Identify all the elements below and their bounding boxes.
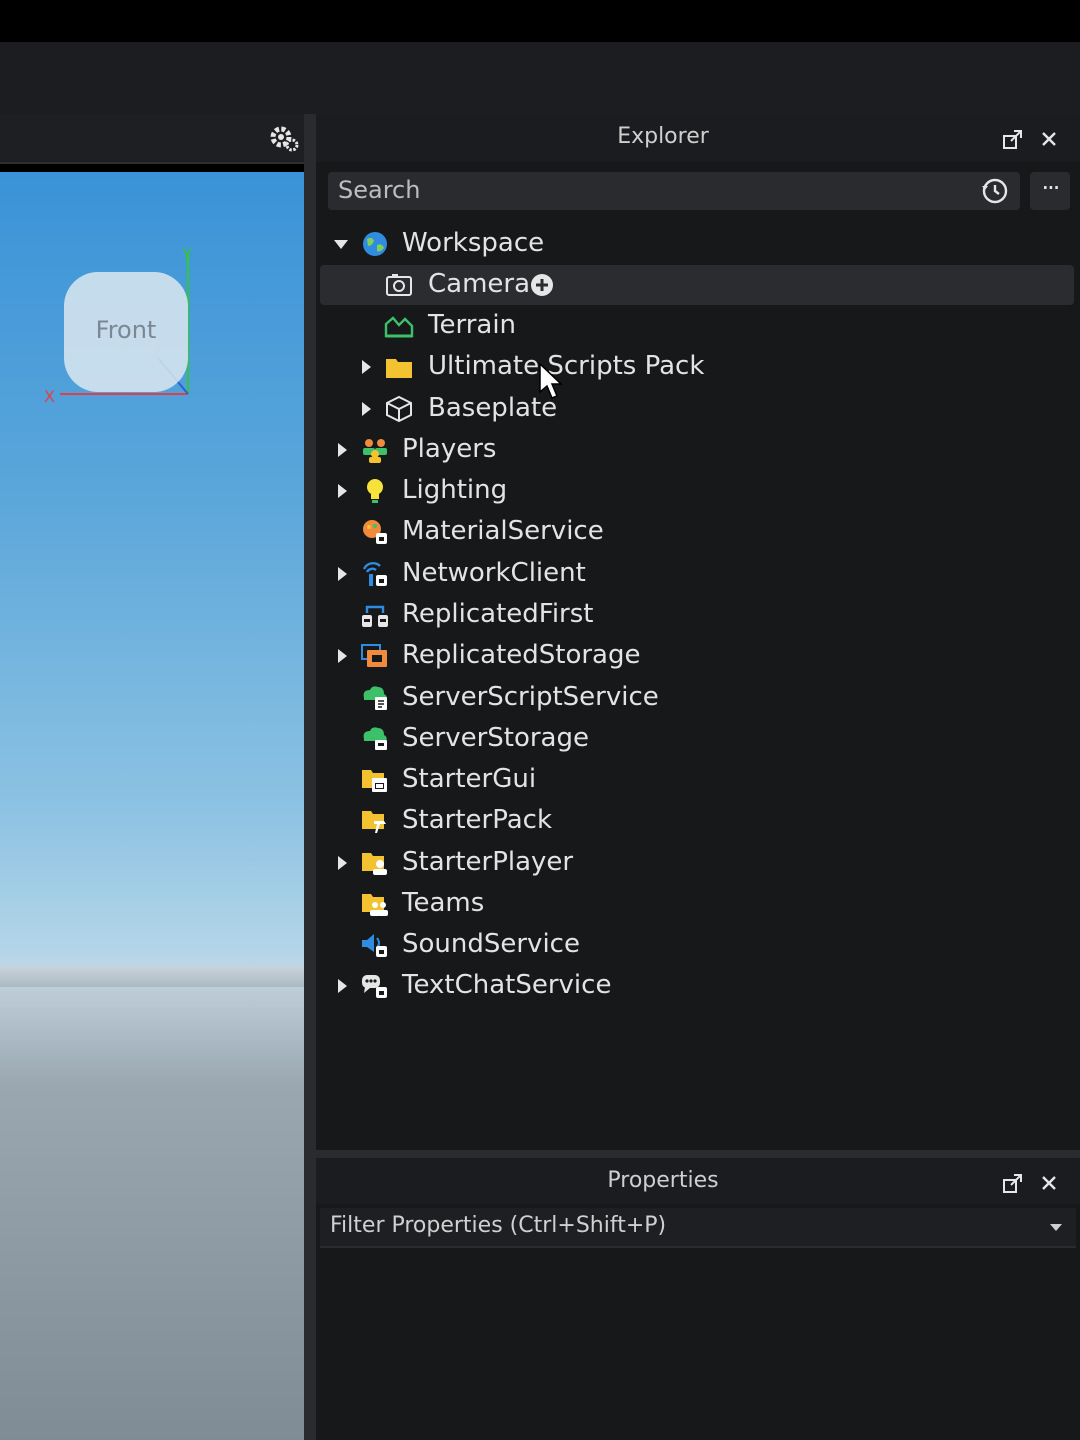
filter-properties-input[interactable]: Filter Properties (Ctrl+Shift+P)	[320, 1208, 1076, 1248]
replicated-storage-icon	[361, 644, 387, 667]
expand-arrow-icon[interactable]	[338, 484, 347, 498]
filter-placeholder: Filter Properties (Ctrl+Shift+P)	[330, 1213, 667, 1238]
close-icon[interactable]	[1038, 1172, 1060, 1194]
properties-title-bar: Properties	[316, 1158, 1080, 1204]
expand-arrow-icon[interactable]	[338, 443, 347, 457]
axis-y-label: Y	[181, 245, 192, 264]
tree-item-label: Teams	[402, 888, 485, 918]
view-cube[interactable]: Front	[64, 272, 188, 392]
gear-icon[interactable]	[268, 122, 300, 154]
explorer-title: Explorer	[617, 124, 709, 149]
tree-item-soundservice[interactable]: SoundService	[320, 925, 1074, 965]
tree-item-networkclient[interactable]: NetworkClient	[320, 554, 1074, 594]
tree-item-label: Lighting	[402, 475, 508, 505]
tree-item-label: StarterPlayer	[402, 847, 574, 877]
replicated-first-icon	[362, 605, 388, 627]
tree-item-label: ServerScriptService	[402, 682, 659, 712]
toolbar-ribbon	[0, 42, 1080, 114]
expand-arrow-icon[interactable]	[338, 567, 347, 581]
properties-panel: Properties Filter Properties (Ctrl+Shift…	[316, 1158, 1080, 1440]
tree-item-label: TextChatService	[402, 970, 612, 1000]
tree-item-serverscriptservice[interactable]: ServerScriptService	[320, 678, 1074, 718]
more-options-button[interactable]: ···	[1030, 172, 1070, 210]
undock-icon[interactable]	[1002, 1172, 1024, 1194]
expand-arrow-icon[interactable]	[362, 360, 371, 374]
tree-item-replicatedfirst[interactable]: ReplicatedFirst	[320, 595, 1074, 635]
terrain-icon	[384, 316, 414, 338]
sound-service-icon	[362, 934, 387, 957]
tree-item-label: SoundService	[402, 929, 580, 959]
players-icon	[363, 439, 387, 463]
expand-arrow-icon[interactable]	[338, 979, 347, 993]
axis-x-label: X	[44, 387, 55, 406]
tree-item-label: StarterPack	[402, 805, 552, 835]
expand-arrow-icon[interactable]	[362, 402, 371, 416]
tree-item-lighting[interactable]: Lighting	[320, 471, 1074, 511]
tree-item-label: ReplicatedStorage	[402, 640, 641, 670]
material-service-icon	[363, 520, 387, 544]
undock-icon[interactable]	[1002, 128, 1024, 150]
chevron-down-icon[interactable]	[1050, 1224, 1062, 1231]
starter-player-icon	[362, 853, 387, 875]
server-script-service-icon	[363, 686, 387, 710]
history-icon[interactable]	[980, 176, 1010, 206]
tree-item-replicatedstorage[interactable]: ReplicatedStorage	[320, 636, 1074, 676]
tree-item-teams[interactable]: Teams	[320, 884, 1074, 924]
tree-item-workspace[interactable]: Workspace	[320, 224, 1074, 264]
tree-item-label: Workspace	[402, 228, 545, 258]
tree-item-label: MaterialService	[402, 516, 604, 546]
explorer-title-bar: Explorer	[316, 114, 1080, 162]
tree-item-label: Ultimate Scripts Pack	[428, 351, 705, 381]
part-cube-icon	[386, 395, 412, 423]
panel-splitter-horizontal[interactable]	[316, 1150, 1080, 1158]
tree-item-starterpack[interactable]: StarterPack	[320, 801, 1074, 841]
mouse-cursor-icon	[539, 362, 563, 399]
tree-item-label: StarterGui	[402, 764, 537, 794]
explorer-search-input[interactable]: Search	[328, 172, 1020, 210]
tree-item-serverstorage[interactable]: ServerStorage	[320, 719, 1074, 759]
tree-item-players[interactable]: Players	[320, 430, 1074, 470]
lightbulb-icon	[367, 479, 383, 503]
tree-item-startergui[interactable]: StarterGui	[320, 760, 1074, 800]
expand-arrow-icon[interactable]	[338, 649, 347, 663]
tree-item-label: NetworkClient	[402, 558, 586, 588]
tree-item-textchatservice[interactable]: TextChatService	[320, 966, 1074, 1006]
add-object-icon[interactable]	[530, 273, 554, 297]
tree-item-baseplate[interactable]: Baseplate	[320, 389, 1074, 429]
search-placeholder: Search	[338, 176, 421, 204]
expand-arrow-icon[interactable]	[338, 856, 347, 870]
tree-item-starterplayer[interactable]: StarterPlayer	[320, 843, 1074, 883]
network-client-icon	[362, 562, 387, 586]
tree-item-label: Players	[402, 434, 497, 464]
properties-title: Properties	[607, 1168, 719, 1193]
view-cube-label: Front	[95, 316, 157, 344]
teams-icon	[362, 894, 388, 916]
folder-icon	[386, 359, 412, 378]
top-black-bar	[0, 0, 1080, 42]
more-icon: ···	[1041, 174, 1061, 202]
tree-item-label: ServerStorage	[402, 723, 589, 753]
tree-item-terrain[interactable]: Terrain	[320, 306, 1074, 346]
expand-arrow-icon[interactable]	[334, 240, 348, 249]
3d-viewport[interactable]: Y X Z Front	[0, 172, 304, 1440]
starter-gui-icon	[362, 770, 387, 792]
explorer-panel: Explorer Search ··· Workspace Camera Ter…	[316, 114, 1080, 1150]
tree-item-camera[interactable]: Camera	[320, 265, 1074, 305]
close-icon[interactable]	[1038, 128, 1060, 150]
tree-item-materialservice[interactable]: MaterialService	[320, 512, 1074, 552]
camera-icon	[386, 274, 412, 296]
tree-item-label: Camera	[428, 269, 531, 299]
tree-item-label: ReplicatedFirst	[402, 599, 594, 629]
tree-item-label: Terrain	[428, 310, 517, 340]
viewport-header	[0, 114, 310, 164]
panel-splitter[interactable]	[304, 114, 316, 1440]
server-storage-icon	[363, 727, 387, 750]
horizon	[0, 967, 304, 987]
tree-item-ultimate-scripts-pack[interactable]: Ultimate Scripts Pack	[320, 347, 1074, 387]
starter-pack-icon	[362, 811, 386, 833]
workspace-globe-icon	[363, 232, 387, 256]
text-chat-service-icon	[362, 975, 387, 998]
